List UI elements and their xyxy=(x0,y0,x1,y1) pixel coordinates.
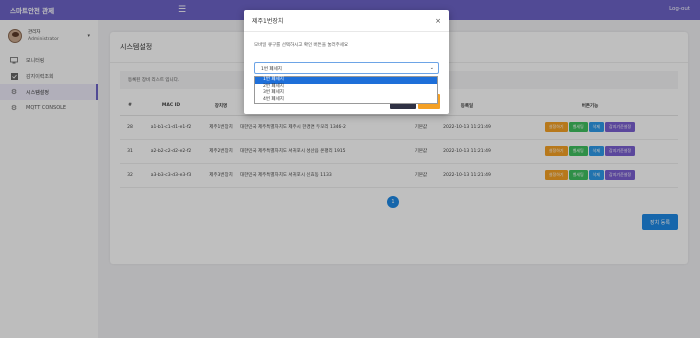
close-icon[interactable]: × xyxy=(435,17,441,25)
modal-message: 모바일 큐구를 선택하시고 확인 버튼을 눌러주세요 xyxy=(254,43,349,48)
select-option[interactable]: 4번 폐세지 xyxy=(255,97,437,104)
message-select-options: 1번 폐세지 2번 폐세지 3번 폐세지 4번 폐세지 xyxy=(254,76,438,104)
message-select[interactable]: 1번 폐세지 ⌄ xyxy=(254,62,439,74)
select-value: 1번 폐세지 xyxy=(261,67,282,72)
chevron-down-icon: ⌄ xyxy=(429,64,434,71)
modal-title: 제주1번장치 xyxy=(252,18,284,25)
